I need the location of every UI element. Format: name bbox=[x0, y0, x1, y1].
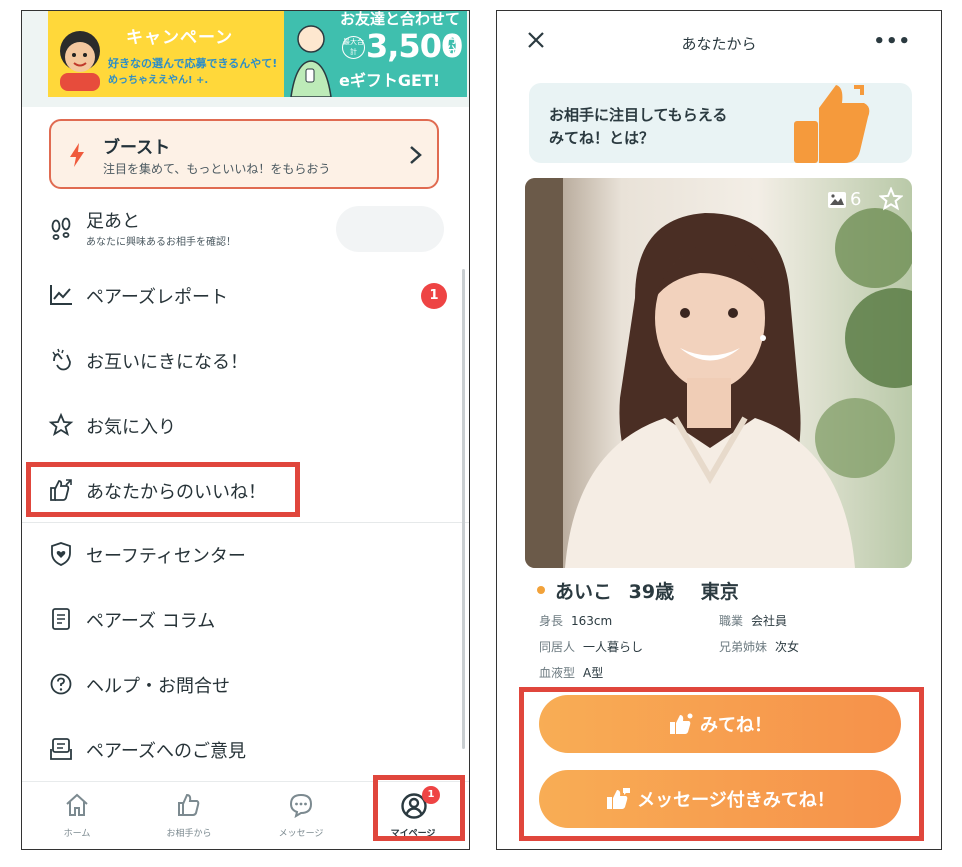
banner-gift-text: eギフトGET! bbox=[339, 71, 441, 90]
menu-item-feedback[interactable]: ペアーズへのご意見 bbox=[22, 719, 469, 779]
menu-label-safety: セーフティセンター bbox=[86, 546, 246, 567]
mitene-info-banner[interactable]: お相手に注目してもらえる みてね！とは？ bbox=[529, 83, 912, 163]
attr-blood: 血液型 A型 bbox=[539, 666, 604, 680]
tab-messages[interactable]: メッセージ bbox=[246, 782, 356, 849]
highlight-action-buttons bbox=[519, 687, 924, 841]
attr-height: 身長 163cm bbox=[539, 614, 613, 628]
character-illustration bbox=[60, 31, 100, 91]
menu-label-report: ペアーズレポート bbox=[86, 287, 229, 308]
banner-line1: 好きなの選んで応募できるんやて! bbox=[108, 57, 278, 70]
menu-item-report[interactable]: ペアーズレポート 1 bbox=[22, 265, 469, 325]
tab-likes-received[interactable]: お相手から bbox=[134, 782, 244, 849]
profile-location: 東京 bbox=[700, 581, 739, 603]
report-badge: 1 bbox=[421, 283, 447, 309]
tab-label-likes-received: お相手から bbox=[166, 829, 212, 839]
profile-photo-image bbox=[525, 178, 912, 568]
menu-label-mutual: お互いにきになる！ bbox=[86, 352, 248, 373]
attr-siblings: 兄弟姉妹 次女 bbox=[719, 640, 800, 654]
attr-living: 同居人 一人暮らし bbox=[539, 640, 644, 654]
menu-item-help[interactable]: ヘルプ・お問合せ bbox=[22, 654, 469, 714]
banner-unit: 円分 bbox=[446, 35, 456, 57]
clap-hands-icon bbox=[48, 347, 74, 373]
online-status-dot bbox=[537, 585, 545, 594]
menu-label-favorites: お気に入り bbox=[86, 417, 176, 438]
menu-label-column: ペアーズ コラム bbox=[86, 611, 216, 632]
person-illustration bbox=[290, 25, 332, 97]
chat-bubble-icon bbox=[289, 793, 313, 818]
max-badge: 最大合計 bbox=[342, 36, 365, 59]
menu-item-column[interactable]: ペアーズ コラム bbox=[22, 589, 469, 649]
tab-label-home: ホーム bbox=[63, 829, 91, 839]
highlight-mypage-tab bbox=[373, 775, 465, 841]
menu-divider bbox=[22, 522, 469, 523]
profile-photo[interactable] bbox=[525, 178, 912, 568]
likes-sent-screen: あなたから ••• お相手に注目してもらえる みてね！とは？ 6 あいこ 39歳… bbox=[496, 10, 942, 850]
menu-item-mutual[interactable]: お互いにきになる！ bbox=[22, 330, 469, 390]
highlight-likes-sent bbox=[26, 462, 300, 517]
scrollbar[interactable] bbox=[462, 269, 465, 749]
tab-home[interactable]: ホーム bbox=[22, 782, 132, 849]
header-bar: あなたから ••• bbox=[497, 11, 941, 71]
mypage-screen: キャンペーン 好きなの選んで応募できるんやて! めっちゃええやん! +. お友達… bbox=[21, 10, 470, 850]
info-banner-line2: みてね！とは？ bbox=[549, 129, 655, 147]
info-banner-line1: お相手に注目してもらえる bbox=[549, 106, 728, 124]
more-menu-icon[interactable]: ••• bbox=[873, 31, 911, 52]
attr-job: 職業 会社員 bbox=[719, 614, 788, 628]
favorite-star-icon[interactable] bbox=[879, 187, 903, 211]
chevron-right-icon bbox=[410, 146, 422, 164]
profile-name-line: あいこ 39歳 東京 bbox=[537, 577, 739, 604]
photo-count-value: 6 bbox=[850, 189, 862, 210]
image-icon bbox=[828, 191, 846, 208]
boost-title: ブースト bbox=[103, 138, 171, 158]
help-circle-icon bbox=[48, 671, 74, 697]
menu-label-footprints: 足あと bbox=[86, 211, 140, 232]
boost-subtitle: 注目を集めて、もっといいね！をもらおう bbox=[103, 162, 331, 176]
boost-card[interactable]: ブースト 注目を集めて、もっといいね！をもらおう bbox=[49, 119, 439, 189]
footprints-preview bbox=[336, 206, 444, 252]
banner-campaign-text: キャンペーン bbox=[126, 28, 234, 48]
banner-line2: めっちゃええやん! +. bbox=[108, 75, 209, 86]
campaign-banner-1[interactable]: キャンペーン 好きなの選んで応募できるんやて! めっちゃええやん! +. bbox=[48, 11, 296, 97]
tab-label-messages: メッセージ bbox=[278, 829, 324, 839]
menu-label-feedback: ペアーズへのご意見 bbox=[86, 741, 247, 762]
thumbs-up-icon bbox=[178, 793, 200, 816]
chart-line-icon bbox=[48, 282, 74, 308]
document-icon bbox=[48, 606, 74, 632]
feedback-icon bbox=[48, 736, 74, 762]
campaign-banner-2[interactable]: お友達と合わせて 最大合計 3,500 円分 eギフトGET! bbox=[284, 11, 467, 97]
home-icon bbox=[66, 793, 88, 816]
menu-item-safety[interactable]: セーフティセンター bbox=[22, 524, 469, 584]
profile-name: あいこ bbox=[555, 581, 613, 603]
menu-sub-footprints: あなたに興味あるお相手を確認！ bbox=[86, 237, 236, 248]
campaign-banner-area: キャンペーン 好きなの選んで応募できるんやて! めっちゃええやん! +. お友達… bbox=[22, 11, 469, 107]
star-outline-icon bbox=[48, 412, 74, 438]
lightning-icon bbox=[70, 143, 84, 167]
shield-heart-icon bbox=[48, 541, 74, 567]
menu-label-help: ヘルプ・お問合せ bbox=[86, 676, 230, 697]
thumbs-up-illustration bbox=[794, 85, 870, 163]
footprints-icon bbox=[48, 217, 74, 243]
menu-item-favorites[interactable]: お気に入り bbox=[22, 395, 469, 455]
profile-age: 39歳 bbox=[628, 581, 675, 603]
photo-count[interactable]: 6 bbox=[827, 189, 861, 210]
